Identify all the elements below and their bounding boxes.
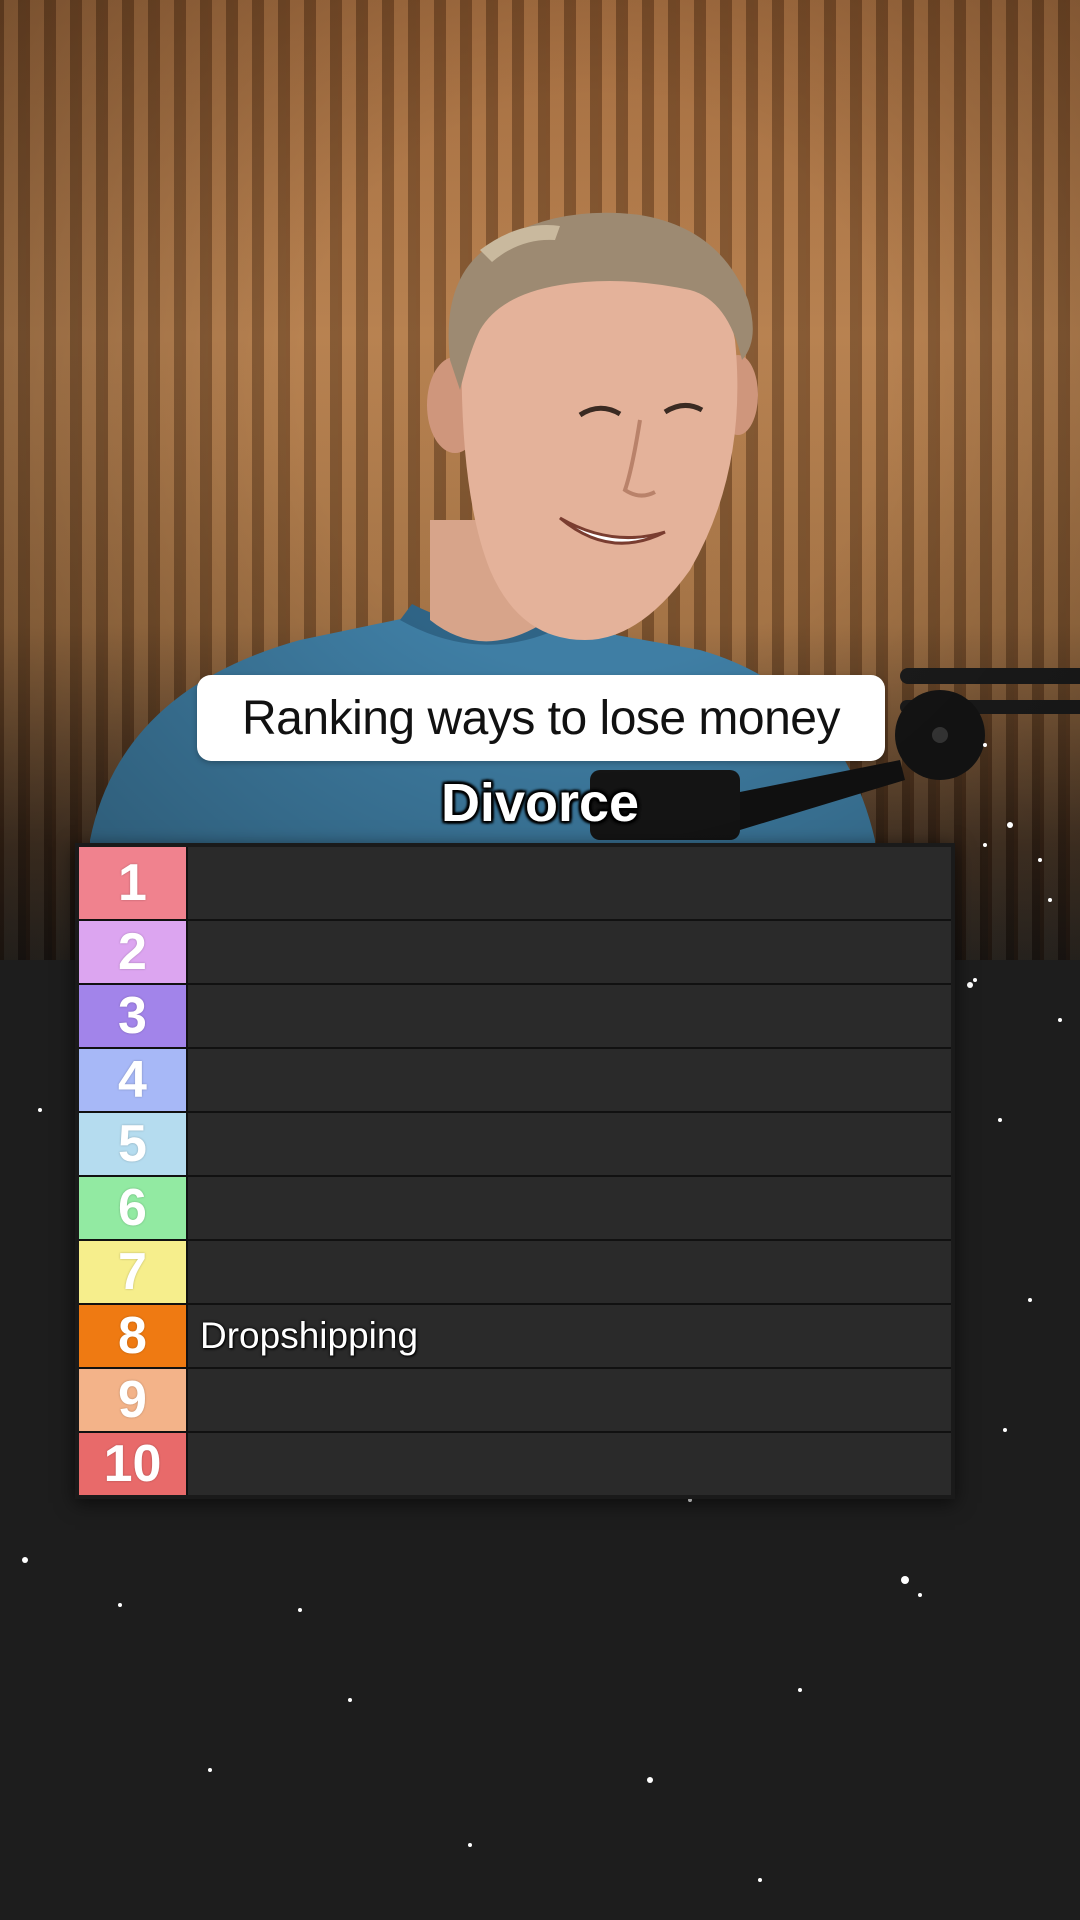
tier-drop-zone[interactable] xyxy=(186,1433,951,1495)
tier-drop-zone[interactable] xyxy=(186,847,951,919)
tier-row-3: 3 xyxy=(79,985,951,1049)
tier-row-2: 2 xyxy=(79,921,951,985)
tier-list: 1 2 3 4 5 6 7 8 Dropshipping 9 10 xyxy=(75,843,955,1499)
tier-label: 4 xyxy=(79,1049,186,1111)
tier-drop-zone[interactable] xyxy=(186,921,951,983)
tier-item[interactable]: Dropshipping xyxy=(200,1315,418,1357)
tier-label: 10 xyxy=(79,1433,186,1495)
tier-row-4: 4 xyxy=(79,1049,951,1113)
tier-drop-zone[interactable] xyxy=(186,1177,951,1239)
video-caption: Ranking ways to lose money xyxy=(197,675,885,761)
tier-row-6: 6 xyxy=(79,1177,951,1241)
tier-drop-zone[interactable] xyxy=(186,985,951,1047)
tier-drop-zone[interactable]: Dropshipping xyxy=(186,1305,951,1367)
tier-row-8: 8 Dropshipping xyxy=(79,1305,951,1369)
current-item-label: Divorce xyxy=(440,773,640,833)
tier-label: 8 xyxy=(79,1305,186,1367)
tier-label: 1 xyxy=(79,847,186,919)
tier-drop-zone[interactable] xyxy=(186,1369,951,1431)
tier-row-7: 7 xyxy=(79,1241,951,1305)
tier-row-10: 10 xyxy=(79,1433,951,1495)
tier-drop-zone[interactable] xyxy=(186,1049,951,1111)
tier-row-9: 9 xyxy=(79,1369,951,1433)
caption-text: Ranking ways to lose money xyxy=(242,691,840,745)
tier-label: 9 xyxy=(79,1369,186,1431)
tier-drop-zone[interactable] xyxy=(186,1113,951,1175)
tier-row-5: 5 xyxy=(79,1113,951,1177)
tier-label: 7 xyxy=(79,1241,186,1303)
tier-label: 2 xyxy=(79,921,186,983)
tier-label: 5 xyxy=(79,1113,186,1175)
tier-drop-zone[interactable] xyxy=(186,1241,951,1303)
tier-label: 6 xyxy=(79,1177,186,1239)
tier-row-1: 1 xyxy=(79,847,951,921)
tier-label: 3 xyxy=(79,985,186,1047)
